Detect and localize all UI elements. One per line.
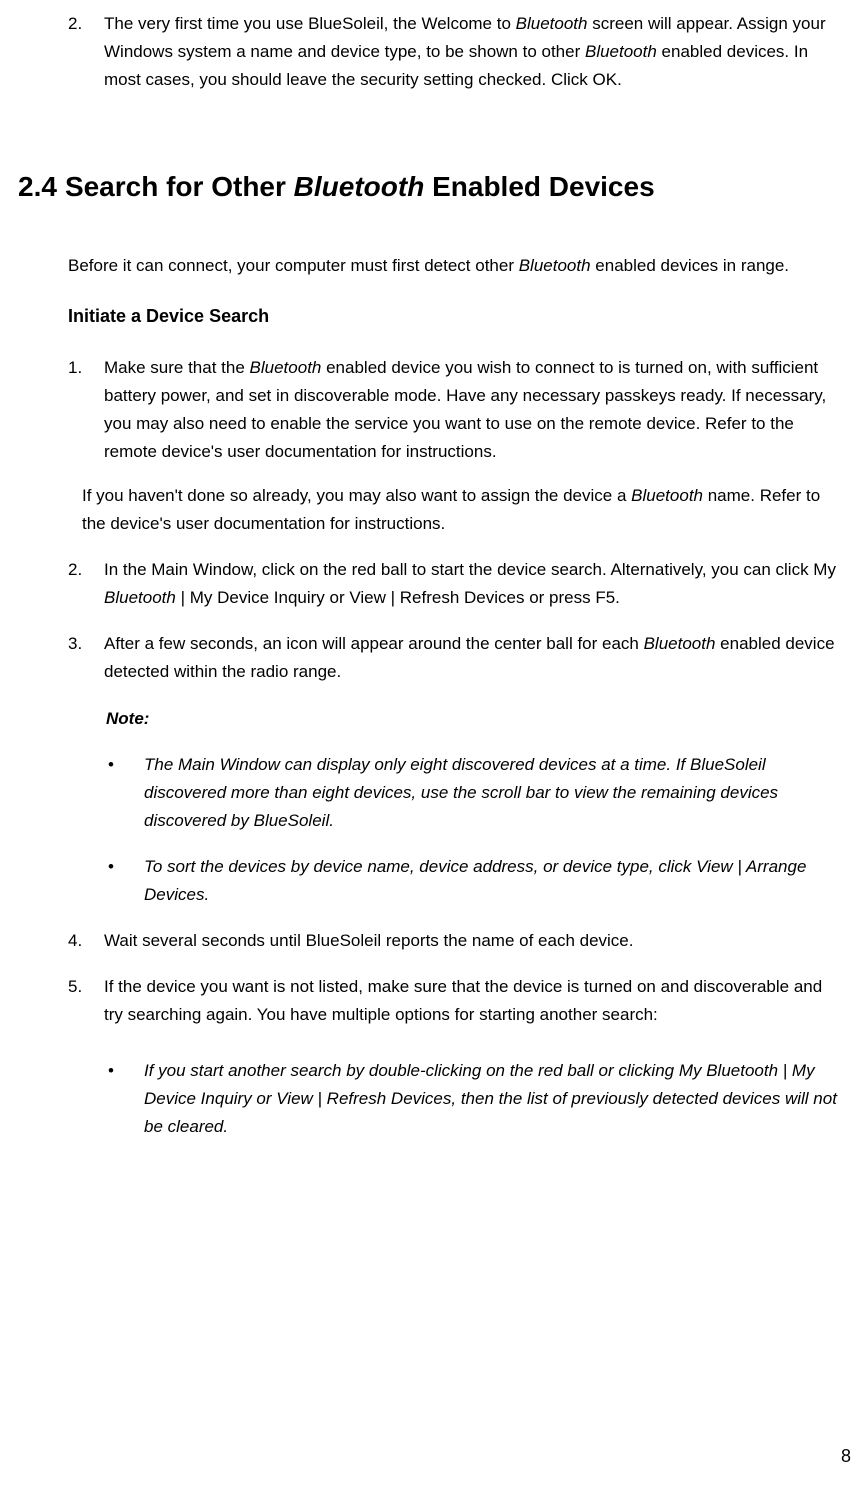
list-number: 2. xyxy=(68,10,104,94)
list-number: 4. xyxy=(68,927,104,955)
text: Before it can connect, your computer mus… xyxy=(68,256,519,275)
heading-text-italic: Bluetooth xyxy=(294,171,425,202)
list-body: After a few seconds, an icon will appear… xyxy=(104,630,845,686)
list-item-4: 4. Wait several seconds until BlueSoleil… xyxy=(68,927,853,955)
text-italic: Bluetooth xyxy=(519,256,591,275)
bullet-body: The Main Window can display only eight d… xyxy=(144,751,847,835)
section-heading: 2.4 Search for Other Bluetooth Enabled De… xyxy=(18,164,853,210)
text: If you haven't done so already, you may … xyxy=(82,486,631,505)
text: After a few seconds, an icon will appear… xyxy=(104,634,644,653)
list-body: The very first time you use BlueSoleil, … xyxy=(104,10,845,94)
list-item-3: 3. After a few seconds, an icon will app… xyxy=(68,630,853,686)
heading-text: Enabled Devices xyxy=(424,171,654,202)
text-italic: Bluetooth xyxy=(250,358,322,377)
list-number: 2. xyxy=(68,556,104,612)
text-italic: Bluetooth xyxy=(516,14,588,33)
text-italic: Bluetooth xyxy=(104,588,176,607)
bullet-body: To sort the devices by device name, devi… xyxy=(144,853,847,909)
text-italic: Bluetooth xyxy=(644,634,716,653)
text: Make sure that the xyxy=(104,358,250,377)
bullet-icon: • xyxy=(108,1057,144,1141)
list-number: 3. xyxy=(68,630,104,686)
list-body: Wait several seconds until BlueSoleil re… xyxy=(104,927,845,955)
note-bullet-2: • To sort the devices by device name, de… xyxy=(108,853,847,909)
bullet-icon: • xyxy=(108,751,144,835)
text: In the Main Window, click on the red bal… xyxy=(104,560,836,579)
section-number: 2.4 xyxy=(18,171,57,202)
note-label: Note: xyxy=(106,705,853,733)
bullet-icon: • xyxy=(108,853,144,909)
text: | My Device Inquiry or View | Refresh De… xyxy=(176,588,620,607)
text-italic: Bluetooth xyxy=(631,486,703,505)
list-item-2-top: 2. The very first time you use BlueSolei… xyxy=(68,10,853,94)
list-body: If the device you want is not listed, ma… xyxy=(104,973,845,1029)
text-italic: Bluetooth xyxy=(585,42,657,61)
list-number: 1. xyxy=(68,354,104,466)
list-body: Make sure that the Bluetooth enabled dev… xyxy=(104,354,845,466)
option-bullet-1: • If you start another search by double-… xyxy=(108,1057,847,1141)
text: enabled devices in range. xyxy=(591,256,789,275)
bullet-body: If you start another search by double-cl… xyxy=(144,1057,847,1141)
heading-text: Search for Other xyxy=(65,171,294,202)
list-item-5: 5. If the device you want is not listed,… xyxy=(68,973,853,1029)
list-item-1: 1. Make sure that the Bluetooth enabled … xyxy=(68,354,853,466)
intro-paragraph: Before it can connect, your computer mus… xyxy=(68,252,843,280)
note-bullet-1: • The Main Window can display only eight… xyxy=(108,751,847,835)
list-body: In the Main Window, click on the red bal… xyxy=(104,556,845,612)
list-item-2: 2. In the Main Window, click on the red … xyxy=(68,556,853,612)
subheading: Initiate a Device Search xyxy=(68,302,853,332)
page-number: 8 xyxy=(841,1442,851,1472)
text: The very first time you use BlueSoleil, … xyxy=(104,14,516,33)
list-number: 5. xyxy=(68,973,104,1029)
followup-paragraph: If you haven't done so already, you may … xyxy=(82,482,843,538)
